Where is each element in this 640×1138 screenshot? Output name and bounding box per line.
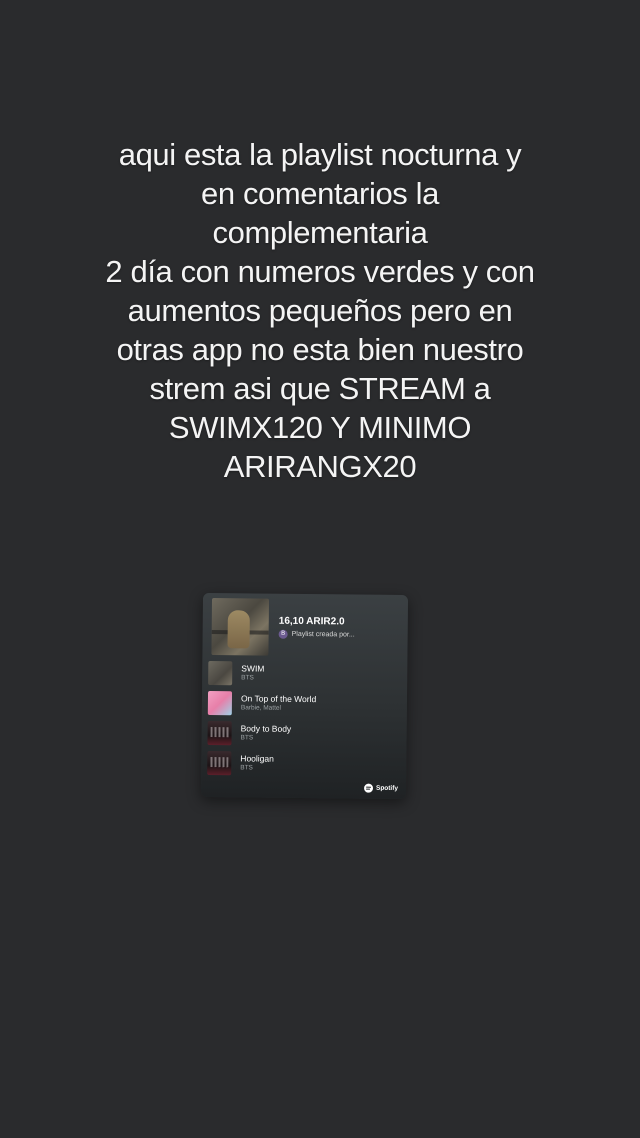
track-artist: BTS — [240, 764, 253, 772]
track-artist: Barbie, Mattel — [240, 704, 282, 712]
caption-line: otras app no esta bien nuestro — [116, 332, 524, 367]
track-cover-image — [207, 690, 233, 716]
spotify-logo-icon — [363, 783, 374, 793]
track-cover-image — [208, 660, 233, 686]
track-row[interactable]: On Top of the World Barbie, Mattel — [207, 690, 398, 718]
track-row[interactable]: Hooligan BTS — [207, 750, 397, 778]
track-cover-image — [207, 720, 232, 746]
overlay-caption: aqui esta la playlist nocturna y en come… — [40, 135, 600, 486]
caption-line: strem asi que STREAM a — [149, 371, 491, 406]
caption-line: complementaria — [212, 215, 428, 250]
owner-avatar: B — [278, 629, 288, 639]
track-row[interactable]: Body to Body BTS — [207, 720, 397, 748]
caption-line: aqui esta la playlist nocturna y — [118, 137, 522, 172]
spotify-brand: Spotify — [363, 783, 399, 793]
track-artist: BTS — [240, 734, 254, 742]
playlist-subtitle: Playlist creada por... — [291, 630, 355, 639]
caption-line: 2 día con numeros verdes y con — [105, 254, 535, 289]
caption-line: aumentos pequeños pero en — [127, 293, 513, 328]
spotify-brand-label: Spotify — [375, 784, 399, 792]
track-name: Body to Body — [240, 723, 292, 734]
track-artist: BTS — [241, 674, 254, 682]
cover-figure-detail — [227, 610, 250, 649]
playlist-subtitle-row: B Playlist creada por... — [278, 629, 355, 640]
track-name: On Top of the World — [240, 693, 317, 705]
caption-line: en comentarios la — [201, 176, 439, 211]
track-name: Hooligan — [240, 753, 274, 764]
track-row[interactable]: SWIM BTS — [208, 660, 398, 688]
track-name: SWIM — [241, 663, 265, 674]
playlist-cover-image — [211, 598, 270, 656]
spotify-playlist-card[interactable]: 16,10 ARIR2.0 B Playlist creada por... S… — [200, 592, 409, 800]
caption-line: ARIRANGX20 — [223, 449, 417, 484]
caption-line: SWIMX120 Y MINIMO — [168, 410, 472, 445]
playlist-title: 16,10 ARIR2.0 — [278, 615, 345, 628]
track-cover-image — [207, 750, 232, 776]
